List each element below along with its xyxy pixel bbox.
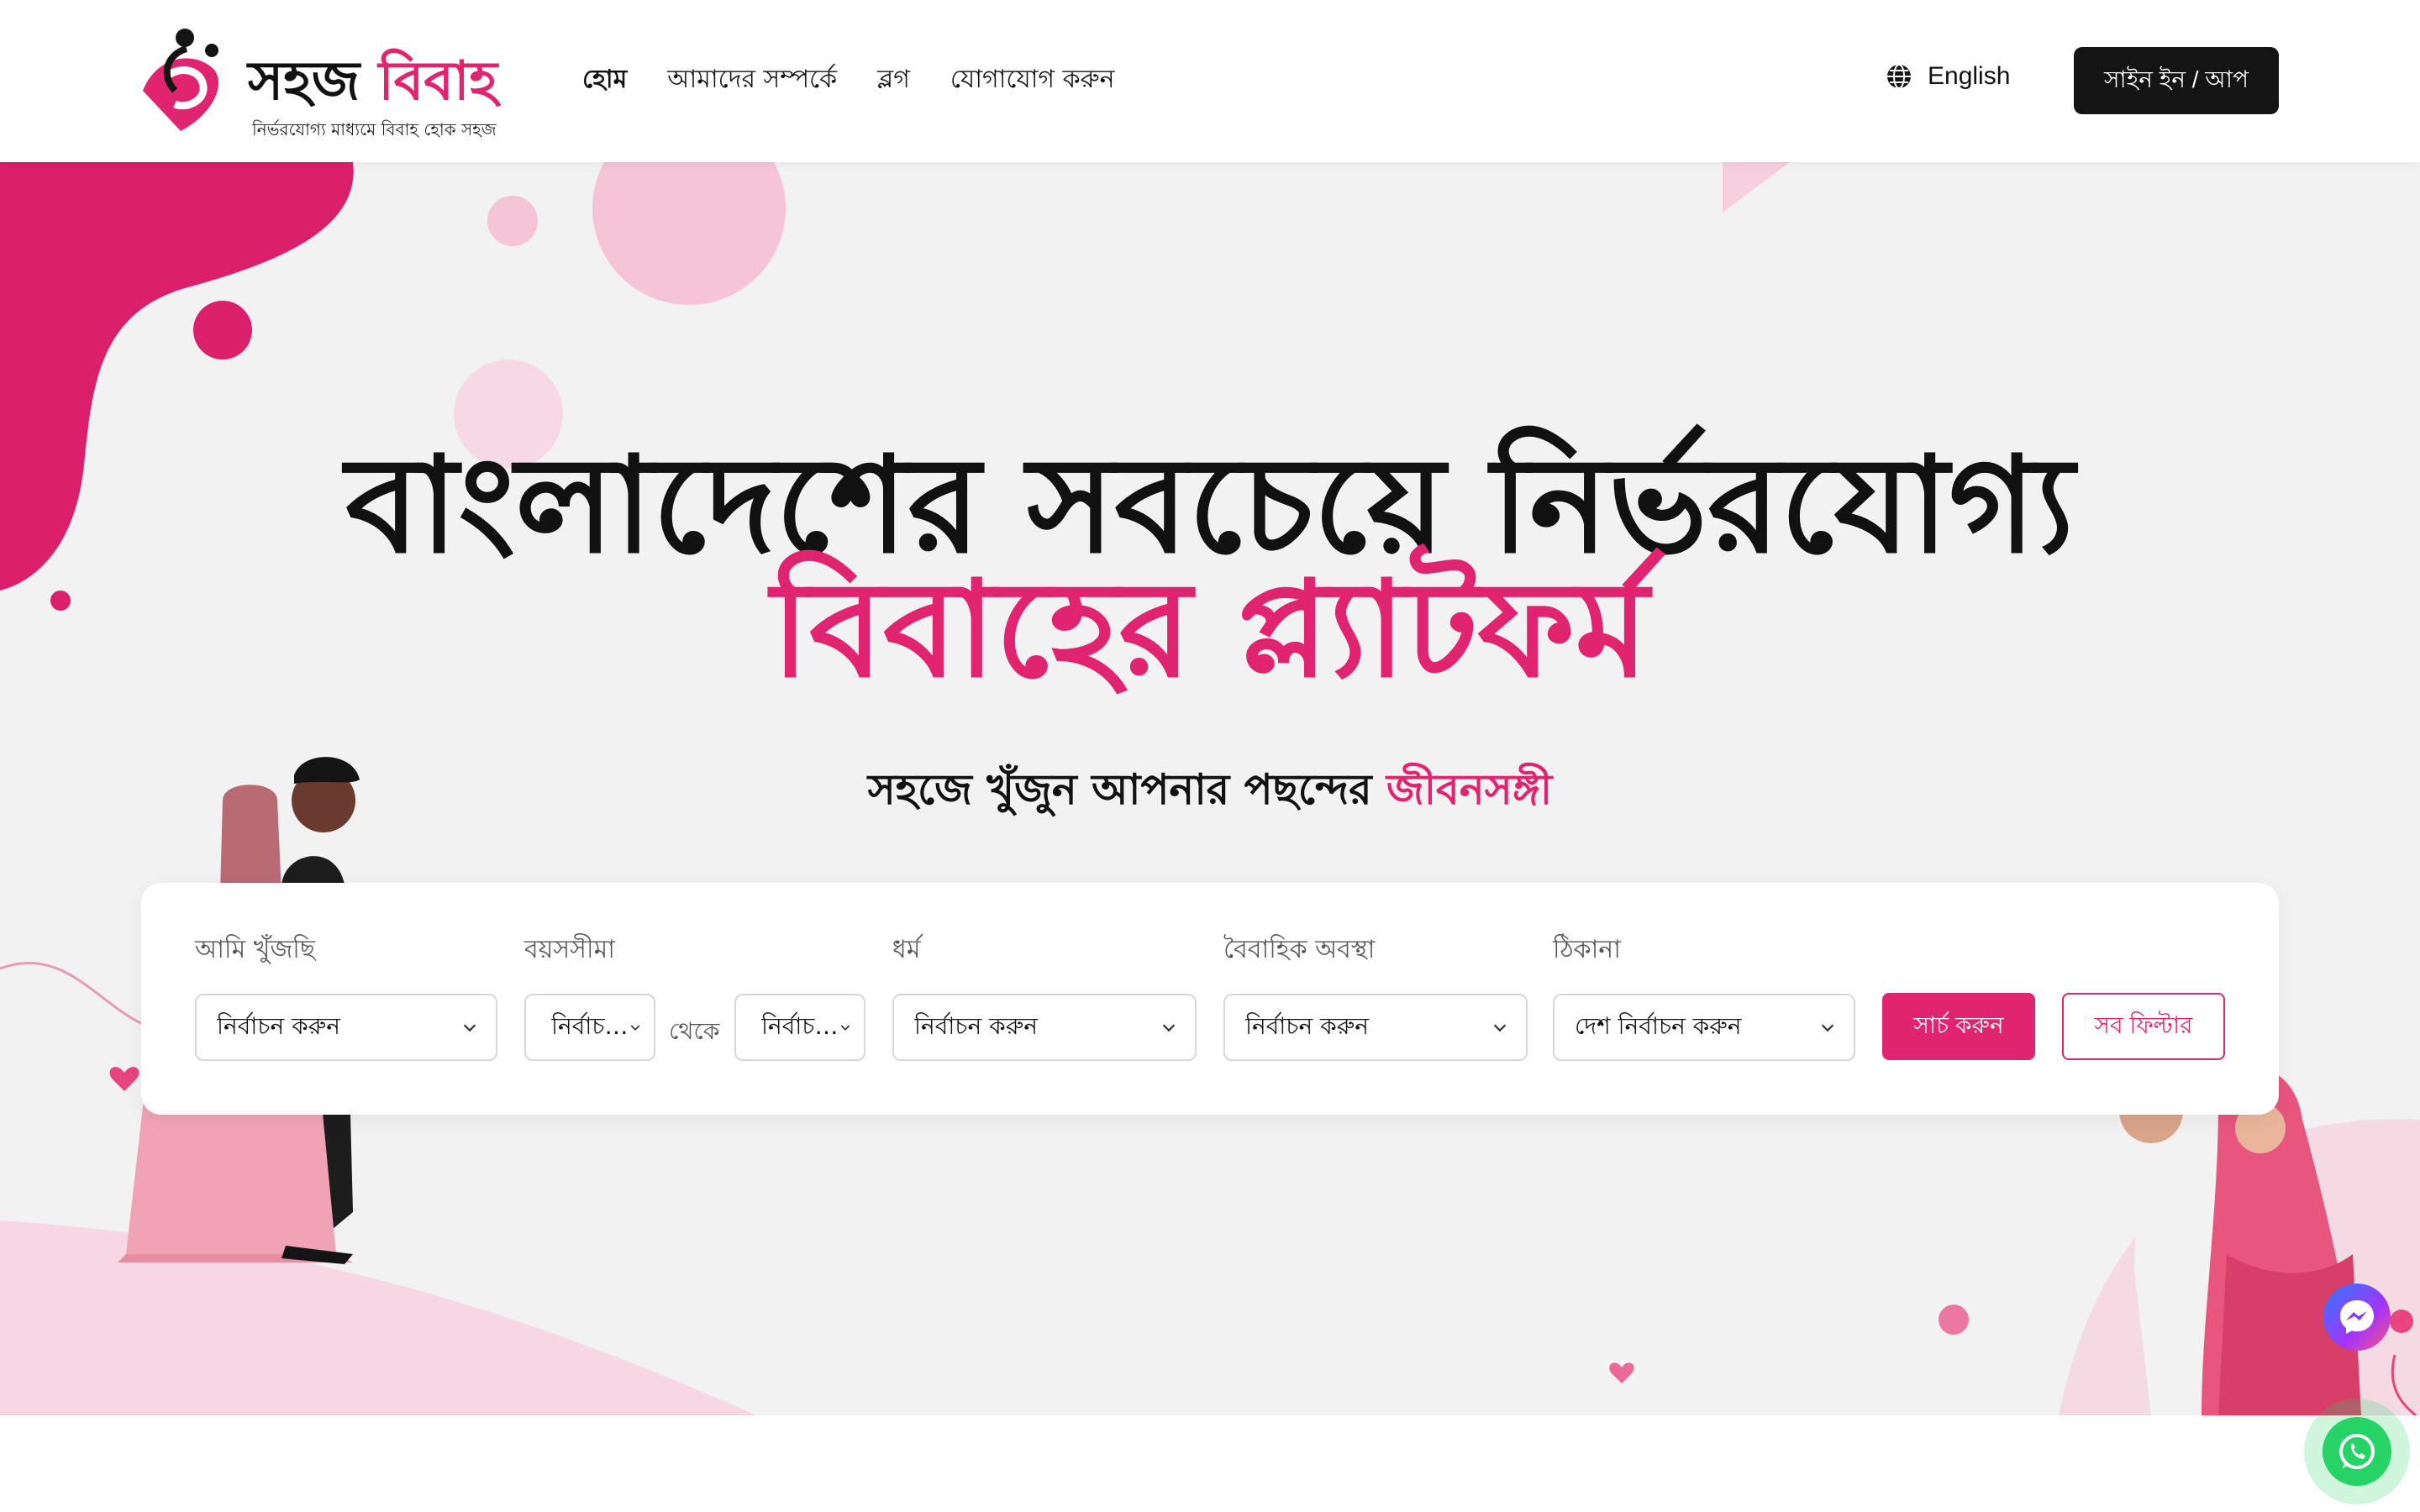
language-label: English [1928,62,2011,90]
nav-contact[interactable]: যোগাযোগ করুন [950,59,1115,102]
religion-label: ধর্ম [892,935,921,964]
site-logo[interactable]: সহজ বিবাহ নির্ভরযোগ্য মাধ্যমে বিবাহ হোক … [134,24,497,141]
whatsapp-chat-button[interactable] [2304,1399,2410,1504]
hero-subheading-highlight: জীবনসঙ্গী [1386,765,1553,814]
age-range-label: বয়সসীমা [524,935,615,964]
looking-for-value: নির্বাচন করুন [217,1011,340,1040]
whatsapp-icon [2339,1434,2375,1469]
age-from-value: নির্বাচন করুন [551,1011,629,1040]
site-header: সহজ বিবাহ নির্ভরযোগ্য মাধ্যমে বিবাহ হোক … [0,0,2420,162]
logo-name-part2: বিবাহ [378,50,498,113]
globe-icon [1887,64,1911,89]
chevron-down-icon [1821,1024,1834,1032]
logo-tagline: নির্ভরযোগ্য মাধ্যমে বিবাহ হোক সহজ [252,119,497,139]
religion-value: নির্বাচন করুন [914,1011,1038,1040]
hero-headline-line2: বিবাহের প্ল্যাটফর্ম [771,553,1649,707]
marital-status-value: নির্বাচন করুন [1245,1011,1369,1040]
hero-section: বাংলাদেশের সবচেয়ে নির্ভরযোগ্য বিবাহের প… [0,162,2420,1415]
location-value: দেশ নির্বাচন করুন [1575,1011,1742,1040]
location-label: ঠিকানা [1553,935,1621,964]
search-button[interactable]: সার্চ করুন [1882,993,2035,1060]
hero-subheading-text: সহজে খুঁজুন আপনার পছন্দের [867,765,1386,814]
marital-status-label: বৈবাহিক অবস্থা [1223,935,1376,964]
signin-button[interactable]: সাইন ইন / আপ [2074,47,2279,114]
logo-wordmark: সহজ বিবাহ [248,40,497,130]
messenger-icon [2340,1300,2374,1334]
age-from-select[interactable]: নির্বাচন করুন [524,994,655,1061]
main-nav: হোম আমাদের সম্পর্কে ব্লগ যোগাযোগ করুন [582,59,1115,102]
marital-status-select[interactable]: নির্বাচন করুন [1223,994,1528,1061]
age-to-select[interactable]: নির্বাচন করুন [734,994,865,1061]
search-card: আমি খুঁজছি নির্বাচন করুন বয়সসীমা নির্বা… [141,883,2279,1115]
messenger-chat-button[interactable] [2323,1284,2391,1351]
whatsapp-badge [2323,1417,2391,1486]
logo-name-part1: সহজ [248,50,360,113]
age-between-label: থেকে [669,1017,720,1045]
chevron-down-icon [1162,1024,1176,1032]
language-switcher[interactable]: English [1886,62,2010,91]
logo-mark-icon [143,29,219,131]
age-to-value: নির্বাচন করুন [761,1011,839,1040]
looking-for-select[interactable]: নির্বাচন করুন [195,994,497,1061]
chevron-down-icon [630,1025,640,1031]
hero-subheading: সহজে খুঁজুন আপনার পছন্দের জীবনসঙ্গী [0,759,2420,828]
nav-home[interactable]: হোম [582,59,627,102]
chevron-down-icon [840,1025,850,1031]
location-select[interactable]: দেশ নির্বাচন করুন [1553,994,1855,1061]
religion-select[interactable]: নির্বাচন করুন [892,994,1197,1061]
looking-for-label: আমি খুঁজছি [195,935,316,964]
chevron-down-icon [463,1024,476,1032]
nav-about[interactable]: আমাদের সম্পর্কে [667,59,837,102]
nav-blog[interactable]: ব্লগ [877,59,910,102]
chevron-down-icon [1493,1024,1507,1032]
all-filters-button[interactable]: সব ফিল্টার [2062,993,2225,1060]
